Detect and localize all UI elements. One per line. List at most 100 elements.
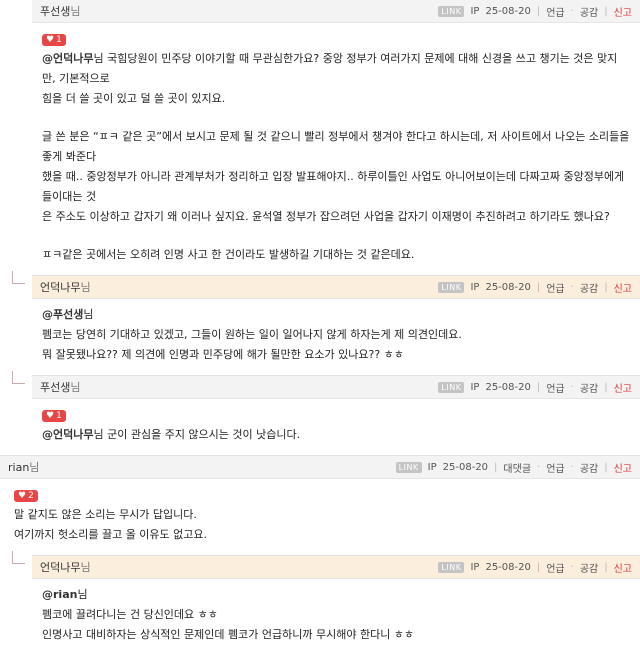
like-button[interactable]: 공감 [580, 4, 598, 19]
comment-date: 25-08-20 [485, 281, 531, 293]
divider: · [570, 381, 574, 393]
reply-indicator-icon [12, 271, 25, 284]
mention-link[interactable]: @언덕나무 [42, 52, 93, 65]
comment-text: 여기까지 헛소리를 끌고 올 이유도 없고요. [14, 528, 208, 541]
divider: | [604, 461, 608, 473]
reply-item: 푸선생님 LINK IP 25-08-20 | 언급 · 공감 | 신고 ♥ 1 … [12, 371, 640, 455]
ip-label: IP [470, 381, 480, 393]
report-button[interactable]: 신고 [614, 460, 632, 475]
ip-label: IP [470, 5, 480, 17]
comment-text: @언덕나무님 국힘당원이 민주당 이야기할 때 무관심한가요? 중앙 정부가 여… [42, 52, 618, 85]
nickname-text: rian [8, 461, 30, 474]
link-button[interactable]: LINK [438, 281, 465, 293]
divider: | [536, 5, 541, 17]
comment-meta: LINK IP 25-08-20 | 언급 · 공감 | 신고 [438, 380, 632, 395]
nickname-suffix: 님 [29, 461, 40, 474]
ip-label: IP [427, 461, 437, 473]
ip-label: IP [470, 281, 480, 293]
ip-label: IP [470, 561, 480, 573]
comment-body: ♥ 1 @언덕나무님 국힘당원이 민주당 이야기할 때 무관심한가요? 중앙 정부… [32, 23, 640, 275]
like-count-badge: ♥ 2 [14, 490, 38, 502]
like-count: 2 [28, 491, 34, 501]
comment-thread: 푸선생님 LINK IP 25-08-20 | 언급 · 공감 | 신고 ♥ 1 … [0, 0, 640, 655]
author-nickname[interactable]: 언덕나무님 [40, 559, 91, 575]
comment-item: 푸선생님 LINK IP 25-08-20 | 언급 · 공감 | 신고 ♥ 1 … [32, 0, 640, 275]
divider: | [536, 561, 541, 573]
report-button[interactable]: 신고 [614, 560, 632, 575]
mention-button[interactable]: 언급 [546, 280, 564, 295]
divider: · [570, 5, 574, 17]
link-button[interactable]: LINK [438, 5, 465, 17]
comment-header: 푸선생님 LINK IP 25-08-20 | 언급 · 공감 | 신고 [32, 0, 640, 23]
link-button[interactable]: LINK [438, 381, 465, 393]
reply-button[interactable]: 대댓글 [503, 460, 531, 475]
mention-link[interactable]: @rian [42, 588, 77, 601]
comment-meta: LINK IP 25-08-20 | 언급 · 공감 | 신고 [438, 4, 632, 19]
comment-item: rian님 LINK IP 25-08-20 | 대댓글 · 언급 · 공감 |… [0, 455, 640, 555]
reply-item: 언덕나무님 LINK IP 25-08-20 | 언급 · 공감 | 신고 @r… [12, 551, 640, 655]
comment-text: 힘을 더 쓸 곳이 있고 덜 쓸 곳이 있지요. [42, 92, 226, 105]
mention-link[interactable]: @언덕나무 [42, 428, 93, 441]
comment-date: 25-08-20 [485, 381, 531, 393]
divider: | [536, 281, 541, 293]
author-nickname[interactable]: 푸선생님 [40, 379, 81, 395]
divider: | [604, 5, 608, 17]
link-button[interactable]: LINK [438, 561, 465, 573]
comment-text: @언덕나무님 군이 관심을 주지 않으시는 것이 낫습니다. [42, 428, 301, 441]
mention-button[interactable]: 언급 [546, 380, 564, 395]
comment-date: 25-08-20 [442, 461, 489, 473]
comment-text: @rian님 [42, 588, 88, 601]
nickname-suffix: 님 [80, 281, 91, 294]
comment-meta: LINK IP 25-08-20 | 언급 · 공감 | 신고 [438, 280, 632, 295]
divider: | [536, 381, 541, 393]
comment-date: 25-08-20 [485, 5, 531, 17]
reply-indicator-icon [12, 371, 25, 384]
report-button[interactable]: 신고 [614, 4, 632, 19]
report-button[interactable]: 신고 [614, 280, 632, 295]
comment-body: @rian님 펨코에 끌려다니는 건 당신인데요 ㅎㅎ 인명사고 대비하자는 상… [32, 579, 640, 655]
mention-button[interactable]: 언급 [546, 460, 564, 475]
author-nickname[interactable]: 푸선생님 [40, 3, 81, 19]
comment-text: 했을 때.. 중앙정부가 아니라 관계부처가 정리하고 입장 발표해야지.. 하… [42, 170, 625, 203]
comment-header: 푸선생님 LINK IP 25-08-20 | 언급 · 공감 | 신고 [32, 375, 640, 399]
nickname-text: 언덕나무 [40, 561, 81, 574]
comment-header: 언덕나무님 LINK IP 25-08-20 | 언급 · 공감 | 신고 [32, 555, 640, 579]
comment-text: 말 같지도 않은 소리는 무시가 답입니다. [14, 508, 197, 521]
author-nickname[interactable]: 언덕나무님 [40, 279, 91, 295]
comment-text: @푸선생님 [42, 308, 94, 321]
comment-text: ㅍㅋ같은 곳에서는 오히려 인명 사고 한 건이라도 발생하길 기대하는 것 같… [42, 248, 415, 261]
nickname-text: 푸선생 [40, 5, 71, 18]
comment-header: rian님 LINK IP 25-08-20 | 대댓글 · 언급 · 공감 |… [0, 455, 640, 479]
like-count: 1 [56, 411, 62, 421]
nickname-text: 푸선생 [40, 381, 71, 394]
comment-meta: LINK IP 25-08-20 | 대댓글 · 언급 · 공감 | 신고 [395, 460, 632, 475]
divider: | [604, 281, 608, 293]
heart-icon: ♥ [46, 35, 55, 45]
mention-button[interactable]: 언급 [546, 4, 564, 19]
report-button[interactable]: 신고 [614, 380, 632, 395]
like-button[interactable]: 공감 [580, 560, 598, 575]
nickname-text: 언덕나무 [40, 281, 81, 294]
author-nickname[interactable]: rian님 [8, 459, 39, 475]
comment-body: ♥ 1 @언덕나무님 군이 관심을 주지 않으시는 것이 낫습니다. [32, 399, 640, 455]
comment-text: 펨코는 당연히 기대하고 있겠고, 그들이 원하는 일이 일어나지 않게 하자는… [42, 328, 462, 341]
divider: | [494, 461, 498, 473]
heart-icon: ♥ [46, 411, 55, 421]
nickname-suffix: 님 [70, 381, 81, 394]
divider: | [604, 381, 608, 393]
like-button[interactable]: 공감 [580, 460, 598, 475]
comment-text: 펨코에 끌려다니는 건 당신인데요 ㅎㅎ [42, 608, 218, 621]
mention-button[interactable]: 언급 [546, 560, 564, 575]
link-button[interactable]: LINK [395, 461, 422, 473]
reply-indicator-icon [12, 551, 25, 564]
comment-text: 뭐 잘못됐나요?? 제 의견에 인명과 민주당에 해가 될만한 요소가 있나요?… [42, 348, 404, 361]
divider: | [604, 561, 608, 573]
divider: · [537, 461, 541, 473]
comment-body: @푸선생님 펨코는 당연히 기대하고 있겠고, 그들이 원하는 일이 일어나지 … [32, 299, 640, 375]
mention-link[interactable]: @푸선생 [42, 308, 83, 321]
like-button[interactable]: 공감 [580, 380, 598, 395]
comment-text: 은 주소도 이상하고 갑자기 왜 이러나 싶지요. 윤석열 정부가 잡으려던 사… [42, 210, 610, 223]
like-button[interactable]: 공감 [580, 280, 598, 295]
